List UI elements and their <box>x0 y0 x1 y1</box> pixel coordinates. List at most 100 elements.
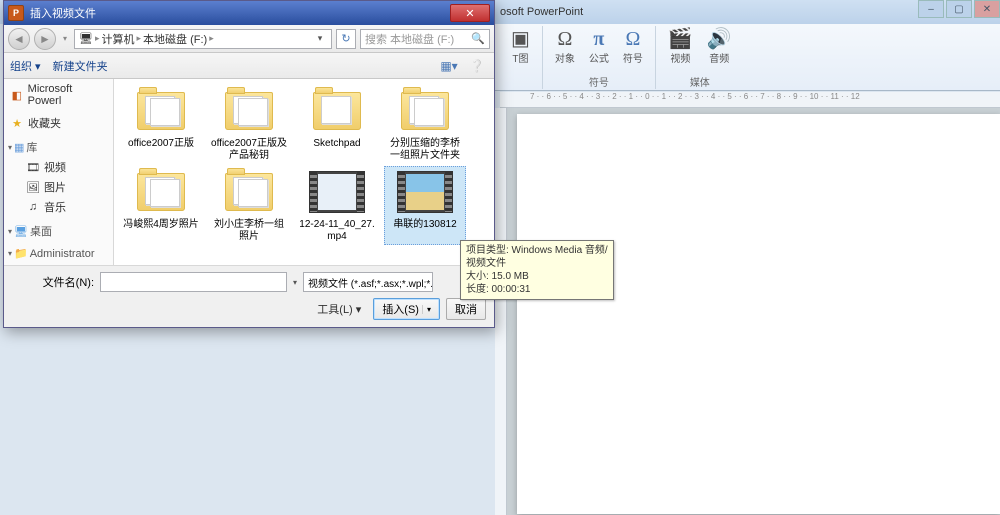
ribbon-media-label: 媒体 <box>690 74 710 89</box>
file-item-folder[interactable]: Sketchpad <box>296 85 378 164</box>
new-folder-button[interactable]: 新建文件夹 <box>53 58 108 74</box>
chevron-down-icon: ▾ <box>422 305 431 314</box>
omega2-icon: Ω <box>625 28 640 50</box>
close-button[interactable]: ✕ <box>974 0 1000 18</box>
music-lib-icon: ♫ <box>26 201 40 213</box>
pi-icon: π <box>593 28 604 50</box>
dialog-footer: 文件名(N): ▾ 视频文件 (*.asf;*.asx;*.wpl;*.w ▾ … <box>4 265 494 327</box>
chevron-right-icon: ▸ <box>209 33 214 44</box>
user-folder-icon: 📁 <box>14 247 28 260</box>
object-icon: ▣ <box>511 28 530 50</box>
audio-icon: 🔊 <box>707 28 732 50</box>
tooltip-type: 项目类型: Windows Media 音频/视频文件 <box>466 244 608 270</box>
refresh-button[interactable]: ↻ <box>336 29 356 49</box>
breadcrumb-dropdown[interactable]: ▾ <box>313 30 327 48</box>
dialog-title: 插入视频文件 <box>30 5 444 21</box>
file-label: 12-24-11_40_27.mp4 <box>298 219 376 243</box>
filename-dropdown[interactable]: ▾ <box>293 278 297 287</box>
file-label: 冯峻熙4周岁照片 <box>123 219 199 231</box>
powerpoint-icon: ◧ <box>10 89 24 102</box>
computer-icon: 🖥 <box>79 32 93 45</box>
filename-input[interactable] <box>100 272 287 292</box>
dialog-nav: ◄ ► ▾ 🖥 ▸ 计算机 ▸ 本地磁盘 (F:) ▸ ▾ ↻ 搜索 本地磁盘 … <box>4 25 494 53</box>
ribbon-group-object: ▣T图 <box>499 26 543 89</box>
insert-video-dialog: P 插入视频文件 ✕ ◄ ► ▾ 🖥 ▸ 计算机 ▸ 本地磁盘 (F:) ▸ ▾… <box>3 0 495 328</box>
ribbon-group-symbols: Ω对象 π公式 Ω符号 符号 <box>543 26 656 89</box>
search-placeholder: 搜索 本地磁盘 (F:) <box>365 31 454 47</box>
file-label: Sketchpad <box>313 138 360 150</box>
breadcrumb-part[interactable]: 计算机 <box>102 31 135 47</box>
video-thumb-icon <box>397 171 453 213</box>
sidebar-item-pictures[interactable]: 🖼图片 <box>4 177 113 197</box>
expand-icon: ▾ <box>8 249 12 258</box>
folder-icon <box>225 92 273 130</box>
ribbon-symbol-button[interactable]: Ω符号 <box>619 26 647 67</box>
ribbon-audio-button[interactable]: 🔊音频 <box>703 26 736 67</box>
cancel-button[interactable]: 取消 <box>446 298 486 320</box>
ppt-window-buttons: – ▢ ✕ <box>916 0 1000 18</box>
sidebar-user[interactable]: ▾📁Administrator <box>4 245 113 262</box>
chevron-right-icon: ▸ <box>95 33 100 44</box>
file-label: 刘小庄李桥一组照片 <box>210 219 288 243</box>
filetype-combo[interactable]: 视频文件 (*.asf;*.asx;*.wpl;*.w ▾ <box>303 272 433 292</box>
search-input[interactable]: 搜索 本地磁盘 (F:) 🔍 <box>360 29 490 49</box>
insert-button[interactable]: 插入(S) ▾ <box>373 298 440 320</box>
library-icon: ▦ <box>14 141 24 154</box>
video-thumb-icon <box>309 171 365 213</box>
tooltip-length: 长度: 00:00:31 <box>466 283 608 296</box>
ppt-title: osoft PowerPoint <box>500 6 583 18</box>
video-icon: 🎬 <box>668 28 693 50</box>
ppt-ruler-horizontal: 7 · · 6 · · 5 · · 4 · · 3 · · 2 · · 1 · … <box>500 92 1000 108</box>
breadcrumb[interactable]: 🖥 ▸ 计算机 ▸ 本地磁盘 (F:) ▸ ▾ <box>74 29 332 49</box>
powerpoint-app-icon: P <box>8 5 24 21</box>
tools-button[interactable]: 工具(L) ▾ <box>311 299 367 319</box>
file-list[interactable]: office2007正版 office2007正版及产品秘钥 Sketchpad… <box>114 79 494 265</box>
ribbon-symbols-label: 符号 <box>589 74 609 89</box>
sidebar-item-music[interactable]: ♫音乐 <box>4 197 113 217</box>
chevron-right-icon: ▸ <box>137 33 142 44</box>
sidebar-favorites[interactable]: ★收藏夹 <box>4 113 113 133</box>
file-label: 分别压缩的李桥一组照片文件夹 <box>386 138 464 162</box>
dialog-toolbar: 组织 ▾ 新建文件夹 ▦▾ ❔ <box>4 53 494 79</box>
nav-forward-button[interactable]: ► <box>34 28 56 50</box>
dialog-titlebar[interactable]: P 插入视频文件 ✕ <box>4 1 494 25</box>
file-item-folder[interactable]: office2007正版 <box>120 85 202 164</box>
expand-icon: ▾ <box>8 143 12 152</box>
file-item-folder[interactable]: 分别压缩的李桥一组照片文件夹 <box>384 85 466 164</box>
organize-button[interactable]: 组织 ▾ <box>10 58 41 74</box>
sidebar-recent[interactable]: ◧Microsoft Powerl <box>4 81 113 109</box>
file-item-video-selected[interactable]: 串联的130812 <box>384 166 466 245</box>
ppt-ruler-vertical <box>495 108 507 515</box>
dialog-close-button[interactable]: ✕ <box>450 4 490 22</box>
desktop-icon: 🖥 <box>14 225 28 238</box>
file-label: office2007正版及产品秘钥 <box>210 138 288 162</box>
minimize-button[interactable]: – <box>918 0 944 18</box>
ppt-workspace <box>495 108 1000 515</box>
ppt-slide[interactable] <box>517 114 1000 514</box>
pictures-lib-icon: 🖼 <box>26 181 40 194</box>
nav-history-dropdown[interactable]: ▾ <box>60 30 70 48</box>
nav-back-button[interactable]: ◄ <box>8 28 30 50</box>
sidebar-item-video[interactable]: 🎞视频 <box>4 157 113 177</box>
folder-icon <box>137 173 185 211</box>
video-lib-icon: 🎞 <box>26 161 40 174</box>
file-item-folder[interactable]: 冯峻熙4周岁照片 <box>120 166 202 245</box>
help-button[interactable]: ❔ <box>466 56 488 76</box>
file-label: office2007正版 <box>128 138 194 150</box>
ribbon-video-button[interactable]: 🎬视频 <box>664 26 697 67</box>
breadcrumb-part[interactable]: 本地磁盘 (F:) <box>143 31 207 47</box>
ribbon-object-button[interactable]: ▣T图 <box>507 26 534 67</box>
omega-icon: Ω <box>557 28 572 50</box>
view-options-button[interactable]: ▦▾ <box>438 56 460 76</box>
file-item-folder[interactable]: 刘小庄李桥一组照片 <box>208 166 290 245</box>
sidebar-libraries[interactable]: ▾▦库 <box>4 137 113 157</box>
file-item-video[interactable]: 12-24-11_40_27.mp4 <box>296 166 378 245</box>
maximize-button[interactable]: ▢ <box>946 0 972 18</box>
ribbon-equation-button[interactable]: π公式 <box>585 26 613 67</box>
file-item-folder[interactable]: office2007正版及产品秘钥 <box>208 85 290 164</box>
ribbon-object2-button[interactable]: Ω对象 <box>551 26 579 67</box>
star-icon: ★ <box>10 117 24 130</box>
dialog-sidebar: ◧Microsoft Powerl ★收藏夹 ▾▦库 🎞视频 🖼图片 ♫音乐 ▾… <box>4 79 114 265</box>
folder-icon <box>137 92 185 130</box>
sidebar-desktop[interactable]: ▾🖥桌面 <box>4 221 113 241</box>
